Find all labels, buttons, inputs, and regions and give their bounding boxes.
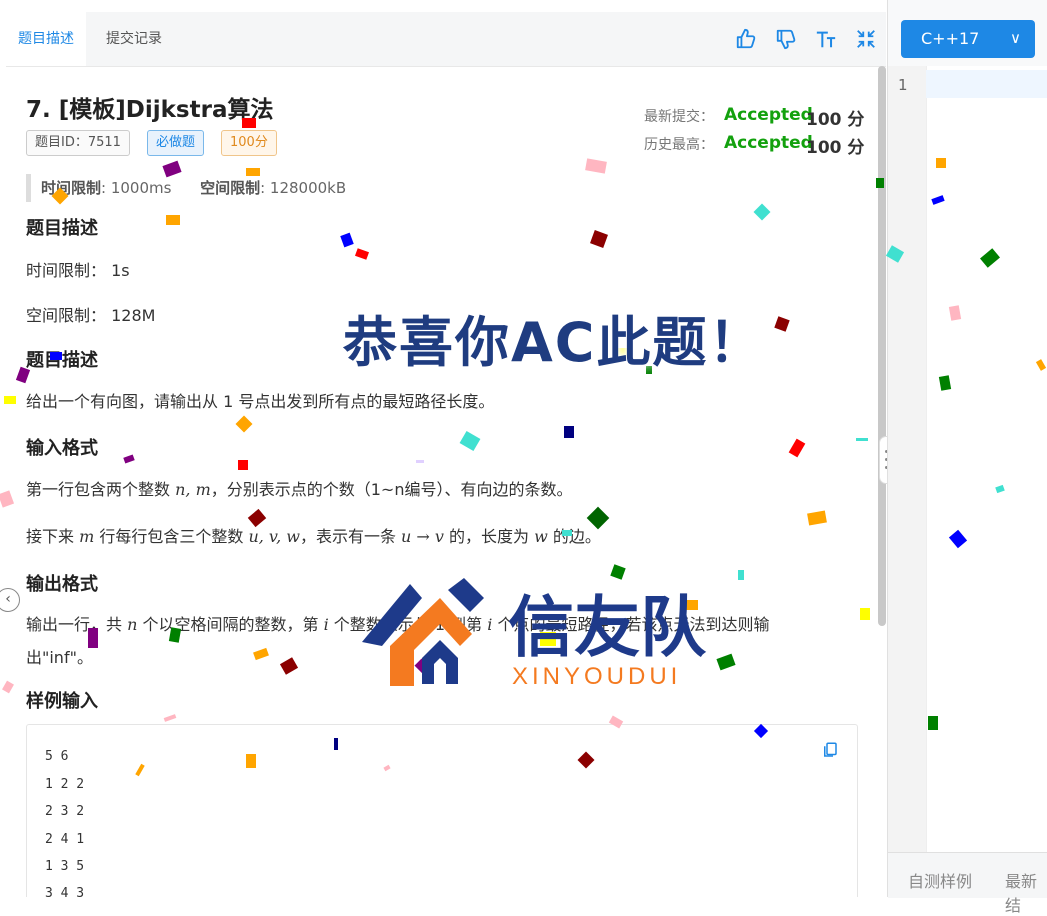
logo-cn-text: 信友队 bbox=[508, 590, 707, 664]
math-segment: n bbox=[127, 615, 138, 634]
sample-line: 2 3 2 bbox=[45, 804, 85, 819]
thumbs-down-icon[interactable] bbox=[775, 28, 797, 50]
confetti-piece bbox=[334, 738, 338, 750]
description-text: 给出一个有向图，请输出从 1 号点出发到所有点的最短路径长度。 bbox=[26, 392, 495, 411]
font-size-icon[interactable] bbox=[815, 28, 837, 50]
confetti-piece bbox=[562, 530, 572, 536]
confetti-piece bbox=[936, 158, 946, 168]
memory-limit-value: : 128000kB bbox=[260, 179, 347, 197]
time-limit-value: : 1000ms bbox=[101, 179, 172, 197]
confetti-piece bbox=[242, 118, 256, 128]
time-limit-label: 时间限制 bbox=[41, 179, 102, 197]
text-segment: 的边。 bbox=[547, 527, 601, 546]
section-heading: 题目描述 bbox=[26, 350, 98, 371]
sample-line: 5 6 bbox=[45, 749, 69, 764]
confetti-piece bbox=[856, 438, 868, 441]
xinyoudui-logo: 信友队 XINYOUDUI bbox=[362, 578, 707, 690]
text-segment: ，表示有一条 bbox=[299, 527, 402, 546]
required-tag: 必做题 bbox=[147, 130, 205, 156]
tab-description[interactable]: 题目描述 bbox=[6, 12, 86, 66]
limits-bar: 时间限制: 1000ms 空间限制: 128000kB bbox=[26, 174, 346, 202]
copy-icon[interactable] bbox=[821, 741, 839, 759]
tab-submissions[interactable]: 提交记录 bbox=[94, 12, 174, 66]
active-line[interactable] bbox=[926, 70, 1047, 98]
output-format-heading: 输出格式 bbox=[26, 574, 98, 595]
input-format-line: 接下来 m 行每行包含三个整数 u, v, w，表示有一条 u → v 的，长度… bbox=[26, 523, 601, 547]
latest-status: Accepted bbox=[724, 105, 813, 125]
tab-bar: 题目描述 提交记录 bbox=[6, 12, 886, 67]
best-label: 历史最高： bbox=[644, 137, 714, 153]
line-gutter: 1 bbox=[888, 66, 927, 852]
tab-latest[interactable]: 最新结 bbox=[1005, 868, 1047, 916]
confetti-piece bbox=[860, 608, 870, 620]
logo-en-text: XINYOUDUI bbox=[512, 663, 681, 690]
text-segment: 的，长度为 bbox=[443, 527, 535, 546]
text-segment: 行每行包含三个整数 bbox=[94, 527, 249, 546]
section-heading: 题目描述 bbox=[26, 218, 98, 239]
sample-input-box: 5 6 1 2 2 2 3 2 2 4 1 1 3 5 3 4 3 bbox=[26, 724, 858, 897]
math-segment: w bbox=[534, 527, 548, 546]
best-score: 100 分 bbox=[806, 138, 865, 158]
text-segment: 个以空格间隔的整数，第 bbox=[137, 615, 324, 634]
confetti-piece bbox=[50, 352, 62, 360]
sample-line: 1 2 2 bbox=[45, 777, 85, 792]
confetti-piece bbox=[246, 754, 256, 768]
text-segment: 接下来 bbox=[26, 527, 80, 546]
input-format-heading: 输入格式 bbox=[26, 438, 98, 459]
confetti-piece bbox=[4, 396, 16, 404]
confetti-piece bbox=[238, 460, 248, 470]
sample-line: 2 4 1 bbox=[45, 832, 85, 847]
confetti-piece bbox=[416, 460, 424, 463]
score-tag: 100分 bbox=[221, 130, 277, 156]
text-segment: 第一行包含两个整数 bbox=[26, 480, 176, 499]
confetti-piece bbox=[88, 628, 98, 648]
collapse-icon[interactable] bbox=[855, 28, 877, 50]
sample-line: 3 4 3 bbox=[45, 886, 85, 897]
memory-limit-text: 空间限制： 128M bbox=[26, 306, 156, 325]
code-editor[interactable]: 1 bbox=[888, 66, 1047, 852]
sample-line: 1 3 5 bbox=[45, 859, 85, 874]
math-segment: u, v, w bbox=[248, 527, 300, 546]
text-segment: 输出一行，共 bbox=[26, 615, 128, 634]
chevron-down-icon: ∨ bbox=[1010, 29, 1021, 47]
latest-score: 100 分 bbox=[806, 110, 865, 130]
problem-id-tag: 题目ID：7511 bbox=[26, 130, 130, 156]
confetti-piece bbox=[928, 716, 938, 730]
sample-input-heading: 样例输入 bbox=[26, 691, 98, 712]
best-status: Accepted bbox=[724, 133, 813, 153]
confetti-piece bbox=[166, 215, 180, 225]
memory-limit-label: 空间限制 bbox=[200, 179, 261, 197]
input-format-line: 第一行包含两个整数 n, m，分别表示点的个数（1~n编号）、有向边的条数。 bbox=[26, 476, 572, 500]
confetti-piece bbox=[564, 426, 574, 438]
latest-submission-label: 最新提交： bbox=[644, 109, 714, 125]
problem-title: 7. [模板]Dijkstra算法 bbox=[26, 97, 274, 123]
output-format-line: 出"inf"。 bbox=[26, 648, 93, 667]
problem-panel: 题目描述 提交记录 7. [模板]Dijkstra算法 题目ID：7511 必做… bbox=[0, 0, 887, 897]
congrats-banner: 恭喜你AC此题！ bbox=[343, 311, 765, 374]
scrollbar[interactable] bbox=[878, 66, 886, 626]
language-select[interactable]: C++17 ∨ bbox=[901, 20, 1035, 58]
confetti-piece bbox=[246, 168, 260, 176]
confetti-piece bbox=[876, 178, 884, 188]
line-number: 1 bbox=[898, 76, 908, 94]
time-limit-text: 时间限制： 1s bbox=[26, 261, 130, 280]
text-segment: ，分别表示点的个数（1~n编号）、有向边的条数。 bbox=[210, 480, 573, 499]
math-segment: u → v bbox=[401, 527, 444, 546]
tab-self-test[interactable]: 自测样例 bbox=[908, 868, 972, 892]
math-segment: n, m bbox=[175, 480, 211, 499]
bottom-tab-bar: 自测样例 最新结 bbox=[888, 852, 1047, 915]
editor-panel: C++17 ∨ 1 自测样例 最新结 bbox=[887, 0, 1047, 915]
math-segment: m bbox=[79, 527, 95, 546]
thumbs-up-icon[interactable] bbox=[735, 28, 757, 50]
language-value: C++17 bbox=[921, 29, 980, 48]
